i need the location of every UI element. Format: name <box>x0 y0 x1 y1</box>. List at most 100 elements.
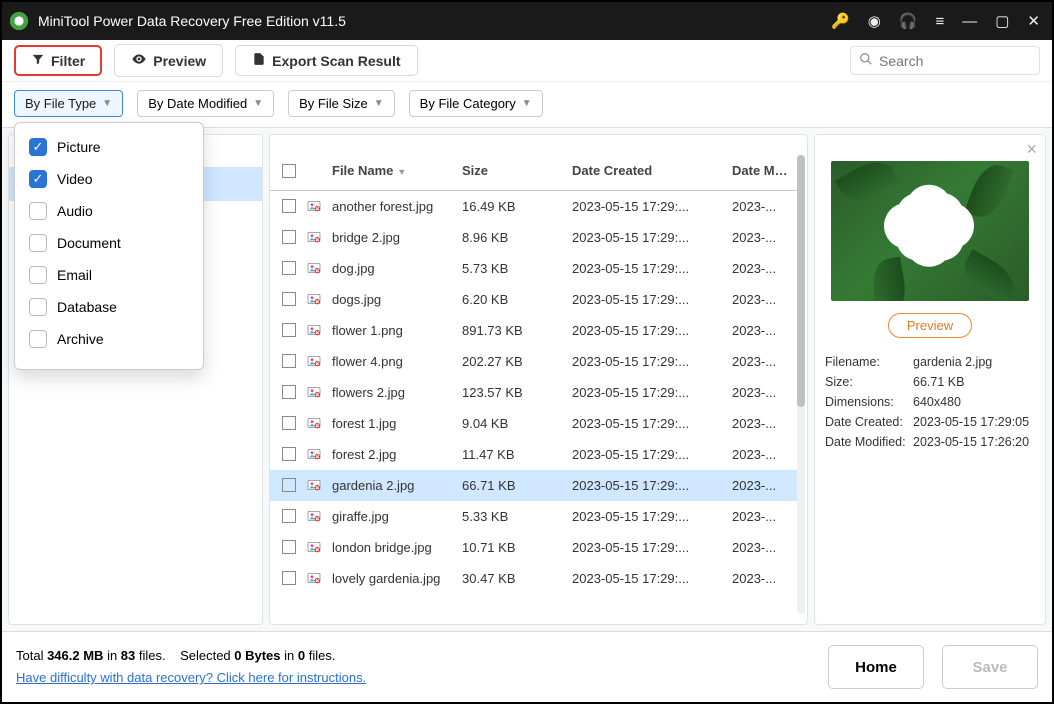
cell-size: 891.73 KB <box>462 323 572 338</box>
eye-icon <box>131 51 147 70</box>
filter-by-size[interactable]: By File Size ▼ <box>288 90 395 117</box>
image-file-icon <box>306 353 322 369</box>
image-file-icon <box>306 508 322 524</box>
cell-size: 5.73 KB <box>462 261 572 276</box>
file-list-panel: File Name▼ Size Date Created Date Modif … <box>269 134 808 625</box>
row-checkbox[interactable] <box>282 261 296 275</box>
table-row[interactable]: dog.jpg5.73 KB2023-05-15 17:29:...2023-.… <box>270 253 797 284</box>
filetype-option[interactable]: Archive <box>25 323 193 355</box>
row-checkbox[interactable] <box>282 230 296 244</box>
row-checkbox[interactable] <box>282 509 296 523</box>
cell-filename: gardenia 2.jpg <box>332 478 462 493</box>
cell-filename: forest 1.jpg <box>332 416 462 431</box>
table-row[interactable]: dogs.jpg6.20 KB2023-05-15 17:29:...2023-… <box>270 284 797 315</box>
filetype-option[interactable]: Audio <box>25 195 193 227</box>
meta-dims-value: 640x480 <box>913 395 961 409</box>
filetype-option[interactable]: ✓Picture <box>25 131 193 163</box>
cell-size: 123.57 KB <box>462 385 572 400</box>
search-box[interactable] <box>850 46 1040 75</box>
filter-by-date[interactable]: By Date Modified ▼ <box>137 90 274 117</box>
checkbox[interactable]: ✓ <box>29 170 47 188</box>
row-checkbox[interactable] <box>282 199 296 213</box>
filetype-option[interactable]: ✓Video <box>25 163 193 195</box>
key-icon[interactable]: 🔑 <box>831 12 850 30</box>
table-row[interactable]: london bridge.jpg10.71 KB2023-05-15 17:2… <box>270 532 797 563</box>
image-file-icon <box>306 384 322 400</box>
select-all-checkbox[interactable] <box>282 164 296 178</box>
filetype-option[interactable]: Document <box>25 227 193 259</box>
row-checkbox[interactable] <box>282 292 296 306</box>
meta-created-value: 2023-05-15 17:29:05 <box>913 415 1029 429</box>
cell-size: 10.71 KB <box>462 540 572 555</box>
table-row[interactable]: forest 2.jpg11.47 KB2023-05-15 17:29:...… <box>270 439 797 470</box>
table-row[interactable]: flower 4.png202.27 KB2023-05-15 17:29:..… <box>270 346 797 377</box>
col-modified[interactable]: Date Modif <box>732 163 792 178</box>
row-checkbox[interactable] <box>282 385 296 399</box>
scrollbar[interactable] <box>797 155 805 614</box>
search-icon <box>859 52 873 69</box>
menu-icon[interactable]: ≡ <box>935 13 944 30</box>
save-button[interactable]: Save <box>942 645 1038 689</box>
meta-filename-label: Filename: <box>825 355 913 369</box>
col-created[interactable]: Date Created <box>572 163 732 178</box>
meta-dims-label: Dimensions: <box>825 395 913 409</box>
table-row[interactable]: bridge 2.jpg8.96 KB2023-05-15 17:29:...2… <box>270 222 797 253</box>
search-input[interactable] <box>879 53 1031 69</box>
filter-by-date-label: By Date Modified <box>148 96 247 111</box>
table-row[interactable]: flowers 2.jpg123.57 KB2023-05-15 17:29:.… <box>270 377 797 408</box>
row-checkbox[interactable] <box>282 323 296 337</box>
close-preview-icon[interactable]: × <box>1026 139 1037 160</box>
filetype-option[interactable]: Email <box>25 259 193 291</box>
table-row[interactable]: gardenia 2.jpg66.71 KB2023-05-15 17:29:.… <box>270 470 797 501</box>
close-icon[interactable]: ✕ <box>1027 12 1040 30</box>
cell-size: 11.47 KB <box>462 447 572 462</box>
table-header: File Name▼ Size Date Created Date Modif <box>270 151 797 191</box>
image-file-icon <box>306 322 322 338</box>
cell-created: 2023-05-15 17:29:... <box>572 509 732 524</box>
cell-created: 2023-05-15 17:29:... <box>572 323 732 338</box>
row-checkbox[interactable] <box>282 478 296 492</box>
table-row[interactable]: flower 1.png891.73 KB2023-05-15 17:29:..… <box>270 315 797 346</box>
footer-stats: Total 346.2 MB in 83 files. Selected 0 B… <box>16 645 366 689</box>
row-checkbox[interactable] <box>282 416 296 430</box>
row-checkbox[interactable] <box>282 540 296 554</box>
cell-created: 2023-05-15 17:29:... <box>572 354 732 369</box>
app-title: MiniTool Power Data Recovery Free Editio… <box>38 13 831 29</box>
row-checkbox[interactable] <box>282 571 296 585</box>
disc-icon[interactable]: ◉ <box>868 12 881 30</box>
export-button[interactable]: Export Scan Result <box>235 45 417 76</box>
cell-modified: 2023-... <box>732 416 792 431</box>
image-file-icon <box>306 446 322 462</box>
help-link[interactable]: Have difficulty with data recovery? Clic… <box>16 670 366 685</box>
checkbox[interactable] <box>29 202 47 220</box>
row-checkbox[interactable] <box>282 447 296 461</box>
table-row[interactable]: lovely gardenia.jpg30.47 KB2023-05-15 17… <box>270 563 797 594</box>
chevron-down-icon: ▼ <box>522 98 532 109</box>
headphones-icon[interactable]: 🎧 <box>899 12 918 30</box>
filter-button[interactable]: Filter <box>14 45 102 76</box>
table-row[interactable]: forest 1.jpg9.04 KB2023-05-15 17:29:...2… <box>270 408 797 439</box>
checkbox[interactable] <box>29 234 47 252</box>
meta-modified-label: Date Modified: <box>825 435 913 449</box>
preview-toolbar-button[interactable]: Preview <box>114 44 223 77</box>
col-size[interactable]: Size <box>462 163 572 178</box>
checkbox[interactable] <box>29 298 47 316</box>
table-row[interactable]: giraffe.jpg5.33 KB2023-05-15 17:29:...20… <box>270 501 797 532</box>
scrollbar-thumb[interactable] <box>797 155 805 407</box>
row-checkbox[interactable] <box>282 354 296 368</box>
checkbox[interactable] <box>29 330 47 348</box>
maximize-icon[interactable]: ▢ <box>995 12 1009 30</box>
cell-modified: 2023-... <box>732 571 792 586</box>
table-row[interactable]: another forest.jpg16.49 KB2023-05-15 17:… <box>270 191 797 222</box>
checkbox[interactable]: ✓ <box>29 138 47 156</box>
minimize-icon[interactable]: — <box>962 13 977 30</box>
col-filename[interactable]: File Name▼ <box>332 163 462 178</box>
filter-by-type[interactable]: By File Type ▼ <box>14 90 123 117</box>
filetype-option[interactable]: Database <box>25 291 193 323</box>
home-button[interactable]: Home <box>828 645 924 689</box>
preview-button[interactable]: Preview <box>888 313 972 338</box>
meta-created-label: Date Created: <box>825 415 913 429</box>
filter-by-category[interactable]: By File Category ▼ <box>409 90 543 117</box>
checkbox[interactable] <box>29 266 47 284</box>
table-body: another forest.jpg16.49 KB2023-05-15 17:… <box>270 191 797 624</box>
